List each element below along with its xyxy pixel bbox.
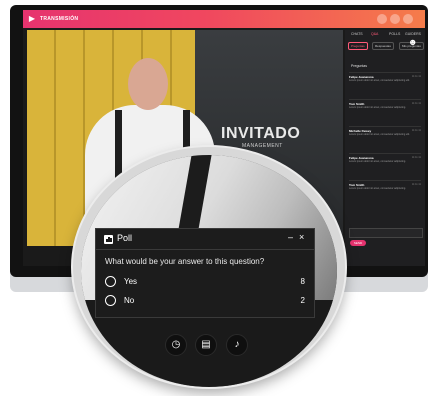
clock-icon[interactable]: ◷	[165, 334, 187, 356]
poll-option-label: Yes	[124, 277, 138, 286]
bell-icon[interactable]: ♪	[226, 334, 248, 356]
poll-option-yes[interactable]: Yes 8	[105, 276, 305, 290]
question-time: 11:11:11	[411, 75, 421, 78]
list-item: Tom Smith 11:11:11 Lorem ipsum dolor sit…	[349, 180, 421, 190]
radio-button[interactable]	[105, 276, 116, 287]
speaker-head	[128, 58, 168, 110]
sidebar-heading: Preguntas	[351, 64, 367, 68]
poll-header: Poll – ×	[96, 229, 314, 250]
list-item: Michelle Dewey 11:11:11 Lorem ipsum dolo…	[349, 126, 421, 136]
video-sign: INVITADO	[221, 125, 301, 142]
video-sign-sub: MANAGEMENT	[242, 143, 283, 149]
list-item: Felipe Juanarena 11:11:11 Lorem ipsum do…	[349, 72, 421, 82]
question-input[interactable]	[349, 228, 423, 238]
send-button[interactable]: SEND	[350, 240, 366, 246]
question-text: Lorem ipsum dolor sit amet, consectetur …	[349, 106, 406, 109]
poll-option-count: 8	[300, 277, 305, 286]
tab-chats[interactable]: CHATS	[351, 32, 363, 36]
poll-option-count: 2	[300, 296, 305, 305]
sidebar-panel: CHATS Q&A POLLS GUIDERS Preguntas Respue…	[345, 30, 425, 266]
tab-polls[interactable]: POLLS	[389, 32, 400, 36]
question-text: Lorem ipsum dolor sit amet, consectetur …	[349, 187, 406, 190]
topbar-control-3[interactable]	[403, 14, 413, 24]
poll-title: Poll	[117, 233, 133, 243]
topbar-control-1[interactable]	[377, 14, 387, 24]
close-icon[interactable]: ×	[299, 232, 304, 242]
app-title: TRANSMISIÓN	[40, 16, 79, 22]
question-time: 11:11:11	[411, 183, 421, 186]
poll-option-label: No	[124, 296, 135, 305]
poll-widget: Poll – × What would be your answer to th…	[95, 228, 315, 318]
chat-icon[interactable]: ▤	[195, 334, 217, 356]
topbar-control-2[interactable]	[390, 14, 400, 24]
list-item: Tom Smith 11:11:11 Lorem ipsum dolor sit…	[349, 99, 421, 109]
subtab-respuestas[interactable]: Respuestas	[372, 42, 394, 50]
list-item: Felipe Juanarena 11:11:11 Lorem ipsum do…	[349, 153, 421, 163]
tab-guiders[interactable]: GUIDERS	[405, 32, 421, 36]
user-icon[interactable]: ☻	[408, 37, 417, 47]
question-time: 11:11:11	[411, 156, 421, 159]
tab-qa[interactable]: Q&A	[371, 32, 378, 36]
question-time: 11:11:11	[411, 129, 421, 132]
play-icon: ▶	[28, 14, 36, 23]
question-text: Lorem ipsum dolor sit amet, consectetur …	[349, 79, 410, 82]
subtab-preguntas[interactable]: Preguntas	[348, 42, 368, 50]
question-text: Lorem ipsum dolor sit amet, consectetur …	[349, 160, 406, 163]
question-text: Lorem ipsum dolor sit amet, consectetur …	[349, 133, 410, 136]
radio-button[interactable]	[105, 295, 116, 306]
poll-option-no[interactable]: No 2	[105, 295, 305, 309]
question-time: 11:11:11	[411, 102, 421, 105]
minimize-icon[interactable]: –	[288, 232, 293, 242]
poll-chart-icon	[104, 235, 113, 244]
app-topbar: ▶ TRANSMISIÓN	[23, 10, 425, 28]
poll-question: What would be your answer to this questi…	[105, 257, 265, 266]
